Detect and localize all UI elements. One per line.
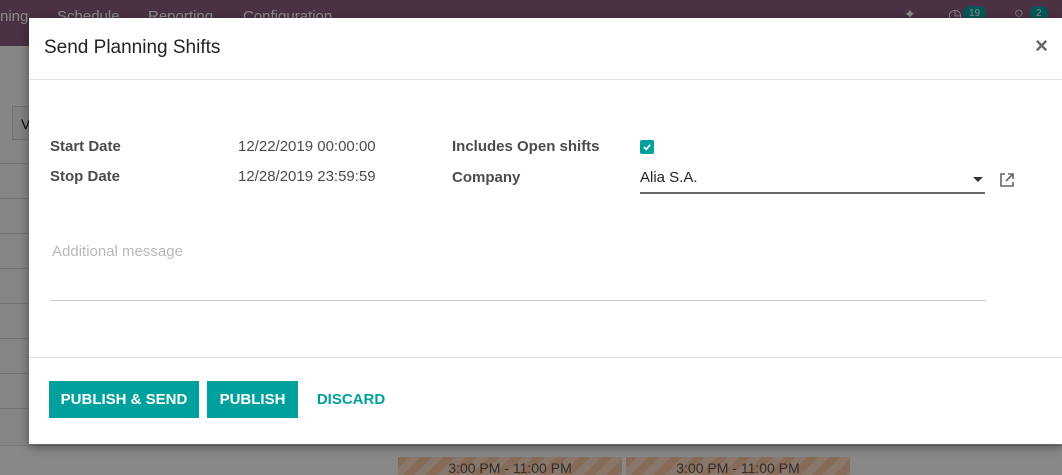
caret-down-icon[interactable] (973, 177, 983, 182)
modal-footer: PUBLISH & SEND PUBLISH DISCARD (29, 357, 1062, 445)
publish-button[interactable]: PUBLISH (207, 381, 298, 418)
external-link-icon[interactable] (998, 171, 1016, 189)
company-label: Company (452, 169, 521, 186)
open-shifts-checkbox[interactable] (640, 140, 654, 154)
stop-date-value: 12/28/2019 23:59:59 (238, 168, 376, 185)
publish-and-send-button[interactable]: PUBLISH & SEND (49, 381, 199, 418)
additional-message-field (50, 238, 986, 301)
company-select-value: Alia S.A. (640, 169, 698, 186)
discard-button[interactable]: DISCARD (309, 381, 393, 418)
modal-header: Send Planning Shifts × (29, 18, 1062, 80)
checkmark-icon (643, 144, 651, 151)
close-icon[interactable]: × (1035, 35, 1048, 57)
start-date-label: Start Date (50, 138, 121, 155)
company-select[interactable]: Alia S.A. (640, 168, 985, 194)
stop-date-label: Stop Date (50, 168, 121, 185)
modal-title: Send Planning Shifts (44, 37, 221, 58)
open-shifts-label: Includes Open shifts (452, 138, 600, 155)
additional-message-input[interactable] (50, 238, 986, 298)
start-date-value: 12/22/2019 00:00:00 (238, 138, 376, 155)
send-planning-dialog: Send Planning Shifts × Start Date 12/22/… (29, 18, 1062, 444)
